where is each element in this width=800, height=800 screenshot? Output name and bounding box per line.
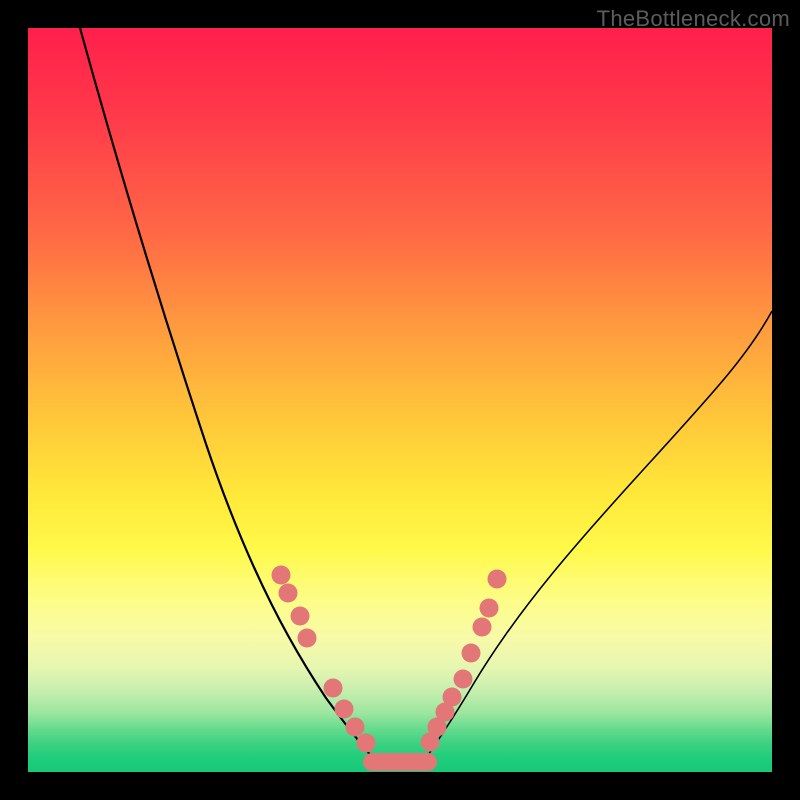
marker-dot xyxy=(462,644,481,663)
marker-dot xyxy=(291,607,310,626)
chart-svg xyxy=(28,28,772,772)
chart-frame: TheBottleneck.com xyxy=(0,0,800,800)
marker-dot xyxy=(454,670,473,689)
marker-dot xyxy=(335,700,354,719)
marker-dot xyxy=(279,584,298,603)
markers-left-lower xyxy=(324,679,376,753)
bottleneck-curve-right xyxy=(422,311,772,764)
marker-dot xyxy=(298,629,317,648)
marker-dot xyxy=(324,679,343,698)
plot-area xyxy=(28,28,772,772)
bottleneck-curve-left xyxy=(80,28,378,764)
marker-dot xyxy=(346,718,365,737)
markers-left-upper xyxy=(272,566,317,648)
marker-dot xyxy=(473,618,492,637)
marker-dot xyxy=(480,599,499,618)
marker-dot xyxy=(488,570,507,589)
markers-right-lower xyxy=(421,670,473,752)
marker-dot xyxy=(272,566,291,585)
marker-dot xyxy=(443,688,462,707)
markers-right-upper xyxy=(462,570,507,663)
marker-dot xyxy=(357,734,376,753)
